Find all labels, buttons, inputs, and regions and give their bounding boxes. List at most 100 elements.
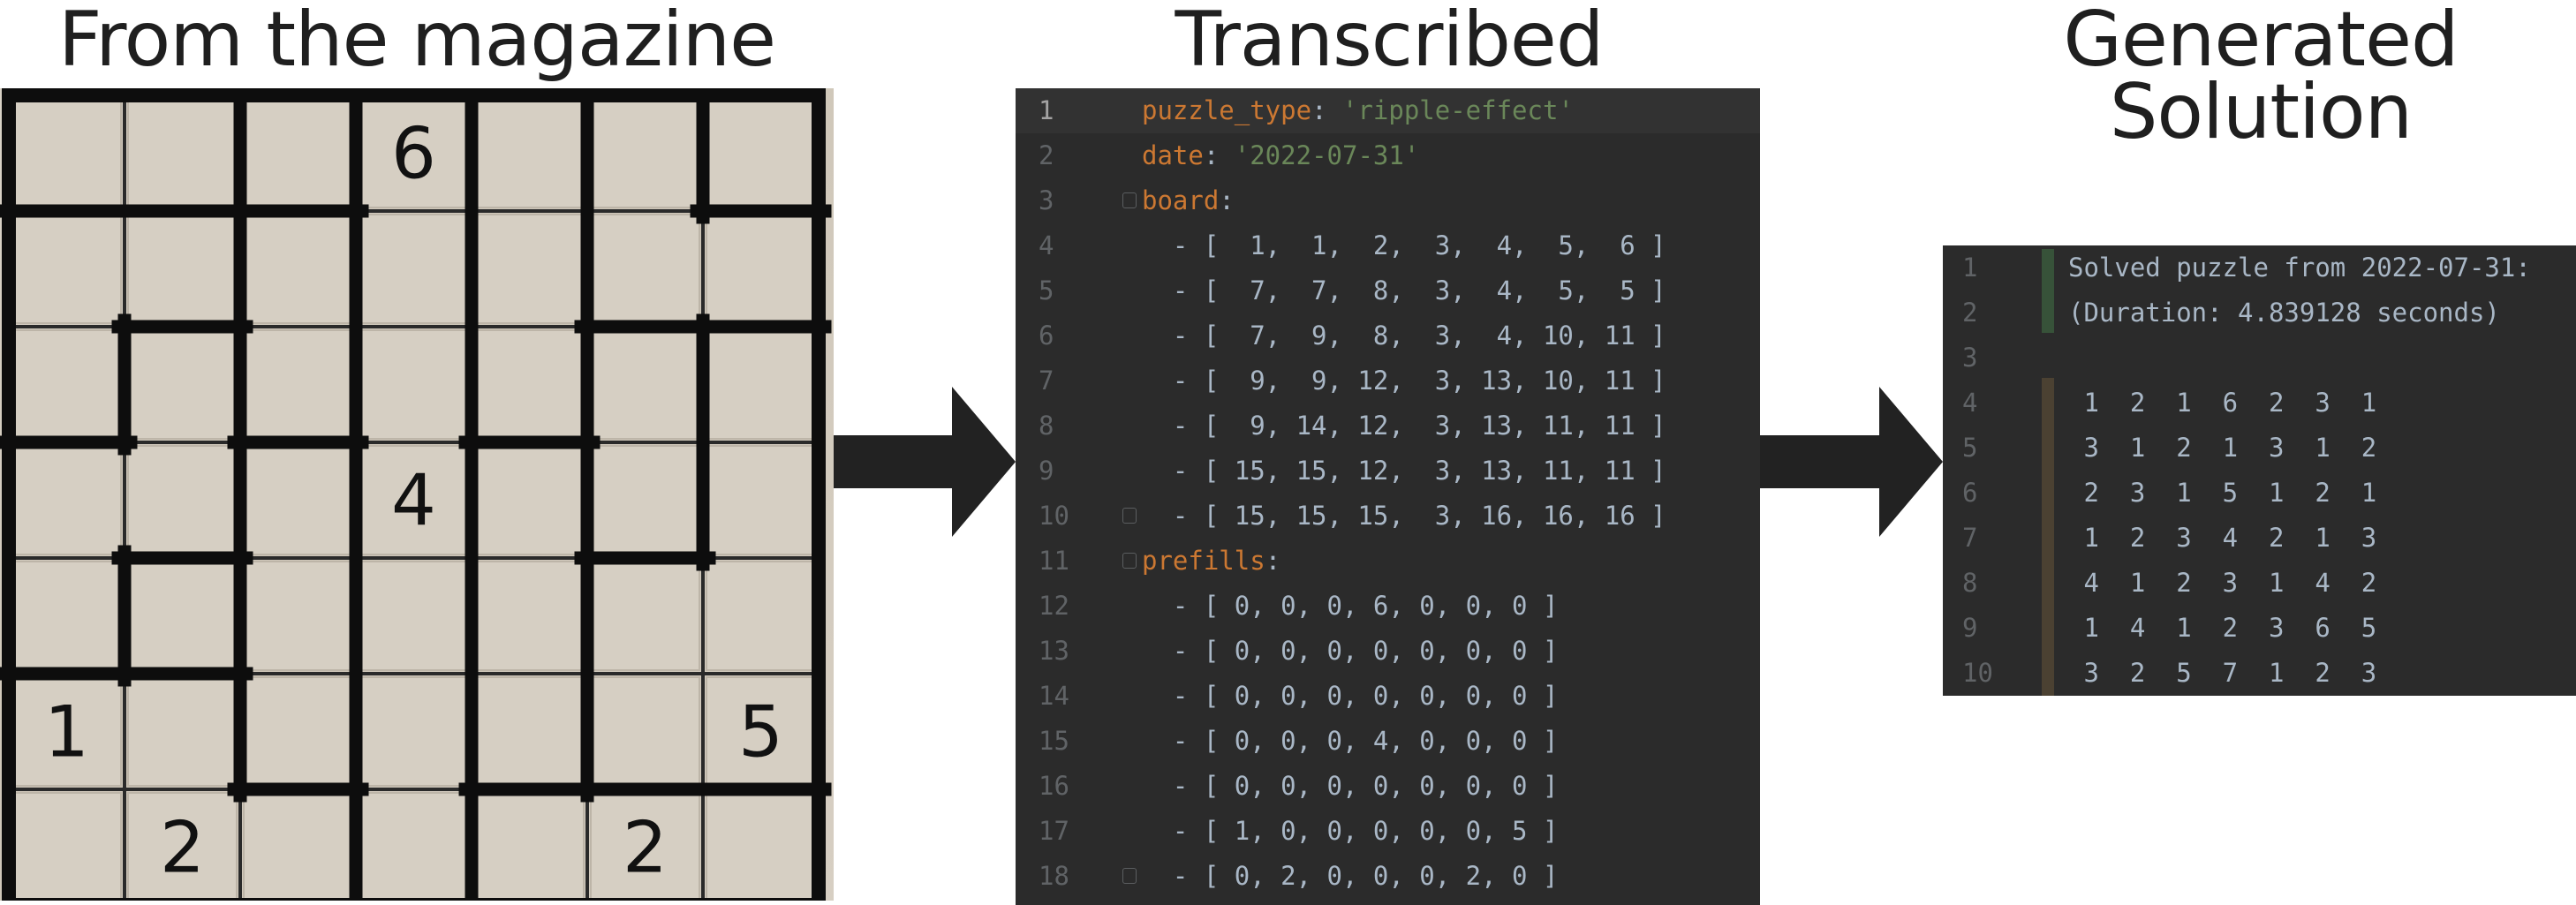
console-text: Solved puzzle from 2022-07-31: (2068, 253, 2531, 283)
code-text: - [ 7, 7, 8, 3, 4, 5, 5 ] (1142, 268, 1666, 313)
prefilled-number: 5 (738, 691, 783, 773)
yaml-code-editor[interactable]: 1 puzzle_type: 'ripple-effect' 2 date: '202… (1016, 88, 1760, 905)
fold-marker-icon[interactable] (1122, 192, 1137, 208)
puzzle-cell (706, 329, 816, 440)
line-number: 5 (1039, 275, 1054, 305)
yaml-key: prefills (1142, 546, 1265, 576)
yaml-string: '2022-07-31' (1234, 140, 1420, 170)
code-line[interactable]: 14 - [ 0, 0, 0, 0, 0, 0, 0 ] (1016, 674, 1760, 719)
puzzle-cell (590, 445, 700, 555)
puzzle-cell (590, 98, 700, 208)
fold-marker-icon[interactable] (1122, 553, 1137, 569)
code-token: - [ 7, 9, 8, 3, 4, 10, 11 ] (1142, 321, 1666, 351)
code-token: - [ 0, 2, 0, 0, 0, 2, 0 ] (1142, 861, 1559, 891)
solution-heading-line2: Solution (2109, 68, 2413, 156)
console-text: 1 4 1 2 3 6 5 (2068, 613, 2377, 643)
code-line[interactable]: 13 - [ 0, 0, 0, 0, 0, 0, 0 ] (1016, 629, 1760, 674)
puzzle-cell (359, 561, 469, 671)
console-line: 4 1 2 1 6 2 3 1 (1943, 381, 2576, 426)
puzzle-cell (359, 676, 469, 787)
yaml-key: puzzle_type (1142, 95, 1312, 125)
solution-console: 1 Solved puzzle from 2022-07-31: 2 (Duratio… (1943, 245, 2576, 696)
line-number: 2 (1962, 298, 1978, 328)
code-line[interactable]: 4 - [ 1, 1, 2, 3, 4, 5, 6 ] (1016, 223, 1760, 268)
console-line: 2 (Duration: 4.839128 seconds) (1943, 290, 2576, 336)
line-number: 17 (1039, 816, 1069, 846)
code-line[interactable]: 7 - [ 9, 9, 12, 3, 13, 10, 11 ] (1016, 358, 1760, 403)
code-line[interactable]: 12 - [ 0, 0, 0, 6, 0, 0, 0 ] (1016, 584, 1760, 629)
prefilled-number: 2 (623, 807, 668, 889)
puzzle-cell (474, 98, 585, 208)
code-line[interactable]: 9 - [ 15, 15, 12, 3, 13, 11, 11 ] (1016, 449, 1760, 494)
console-text: 1 2 3 4 2 1 3 (2068, 523, 2377, 553)
code-line[interactable]: 18 - [ 0, 2, 0, 0, 0, 2, 0 ] (1016, 854, 1760, 899)
code-token: - [ 0, 0, 0, 4, 0, 0, 0 ] (1142, 726, 1559, 756)
line-number: 6 (1039, 321, 1054, 351)
puzzle-cell (590, 561, 700, 671)
console-text: 4 1 2 3 1 4 2 (2068, 568, 2377, 598)
puzzle-cell (706, 445, 816, 555)
puzzle-cell (359, 329, 469, 440)
code-text: - [ 0, 0, 0, 4, 0, 0, 0 ] (1142, 719, 1559, 764)
code-text: - [ 1, 0, 0, 0, 0, 0, 5 ] (1142, 809, 1559, 854)
line-number: 7 (1039, 366, 1054, 396)
puzzle-cell (243, 445, 353, 555)
puzzle-cell (243, 561, 353, 671)
line-number: 8 (1962, 568, 1978, 598)
code-token: - [ 0, 0, 0, 0, 0, 0, 0 ] (1142, 681, 1559, 711)
code-token: : (1203, 140, 1235, 170)
line-number: 10 (1039, 501, 1069, 531)
console-line: 3 (1943, 336, 2576, 381)
code-line[interactable]: 17 - [ 1, 0, 0, 0, 0, 0, 5 ] (1016, 809, 1760, 854)
right-arrow-icon (1760, 387, 1943, 537)
console-line: 5 3 1 2 1 3 1 2 (1943, 426, 2576, 471)
code-line[interactable]: 8 - [ 9, 14, 12, 3, 13, 11, 11 ] (1016, 403, 1760, 449)
fold-marker-icon[interactable] (1122, 868, 1137, 884)
console-text: 3 2 5 7 1 2 3 (2068, 658, 2377, 688)
prefilled-number: 1 (44, 691, 89, 773)
code-token: - [ 7, 7, 8, 3, 4, 5, 5 ] (1142, 275, 1666, 305)
code-line[interactable]: 10 - [ 15, 15, 15, 3, 16, 16, 16 ] (1016, 494, 1760, 539)
puzzle-cell (706, 561, 816, 671)
puzzle-cell (474, 445, 585, 555)
code-line[interactable]: 1 puzzle_type: 'ripple-effect' (1016, 88, 1760, 133)
code-token: : (1311, 95, 1342, 125)
console-text: 3 1 2 1 3 1 2 (2068, 433, 2377, 463)
code-line[interactable]: 15 - [ 0, 0, 0, 4, 0, 0, 0 ] (1016, 719, 1760, 764)
line-number: 3 (1962, 343, 1978, 373)
puzzle-cell (11, 445, 122, 555)
code-token: : (1265, 546, 1281, 576)
fold-marker-icon[interactable] (1122, 508, 1137, 524)
puzzle-cell (127, 561, 238, 671)
code-line[interactable]: 16 - [ 0, 0, 0, 0, 0, 0, 0 ] (1016, 764, 1760, 809)
puzzle-cell (11, 214, 122, 324)
puzzle-cell (243, 98, 353, 208)
puzzle-cell (706, 98, 816, 208)
solution-heading-line1: Generated (2063, 0, 2459, 84)
code-text: prefills: (1142, 539, 1280, 584)
puzzle-cell (11, 98, 122, 208)
code-line[interactable]: 2 date: '2022-07-31' (1016, 133, 1760, 178)
code-token: : (1219, 185, 1235, 215)
line-number: 6 (1962, 478, 1978, 508)
console-line: 9 1 4 1 2 3 6 5 (1943, 606, 2576, 651)
puzzle-cell (474, 329, 585, 440)
line-number: 3 (1039, 185, 1054, 215)
puzzle-cell (706, 214, 816, 324)
line-number: 1 (1039, 95, 1054, 125)
code-token: - [ 1, 1, 2, 3, 4, 5, 6 ] (1142, 230, 1666, 260)
code-line[interactable]: 11 prefills: (1016, 539, 1760, 584)
code-line[interactable]: 3 board: (1016, 178, 1760, 223)
code-line[interactable]: 5 - [ 7, 7, 8, 3, 4, 5, 5 ] (1016, 268, 1760, 313)
puzzle-cell (127, 214, 238, 324)
puzzle-cell (474, 561, 585, 671)
puzzle-cell (590, 676, 700, 787)
console-line: 7 1 2 3 4 2 1 3 (1943, 516, 2576, 561)
code-text: - [ 7, 9, 8, 3, 4, 10, 11 ] (1142, 313, 1666, 358)
code-token: - [ 0, 0, 0, 6, 0, 0, 0 ] (1142, 591, 1559, 621)
code-token: - [ 0, 0, 0, 0, 0, 0, 0 ] (1142, 636, 1559, 666)
puzzle-cell (474, 676, 585, 787)
code-line[interactable]: 6 - [ 7, 9, 8, 3, 4, 10, 11 ] (1016, 313, 1760, 358)
code-token: - [ 15, 15, 15, 3, 16, 16, 16 ] (1142, 501, 1666, 531)
line-number: 10 (1962, 658, 1993, 688)
